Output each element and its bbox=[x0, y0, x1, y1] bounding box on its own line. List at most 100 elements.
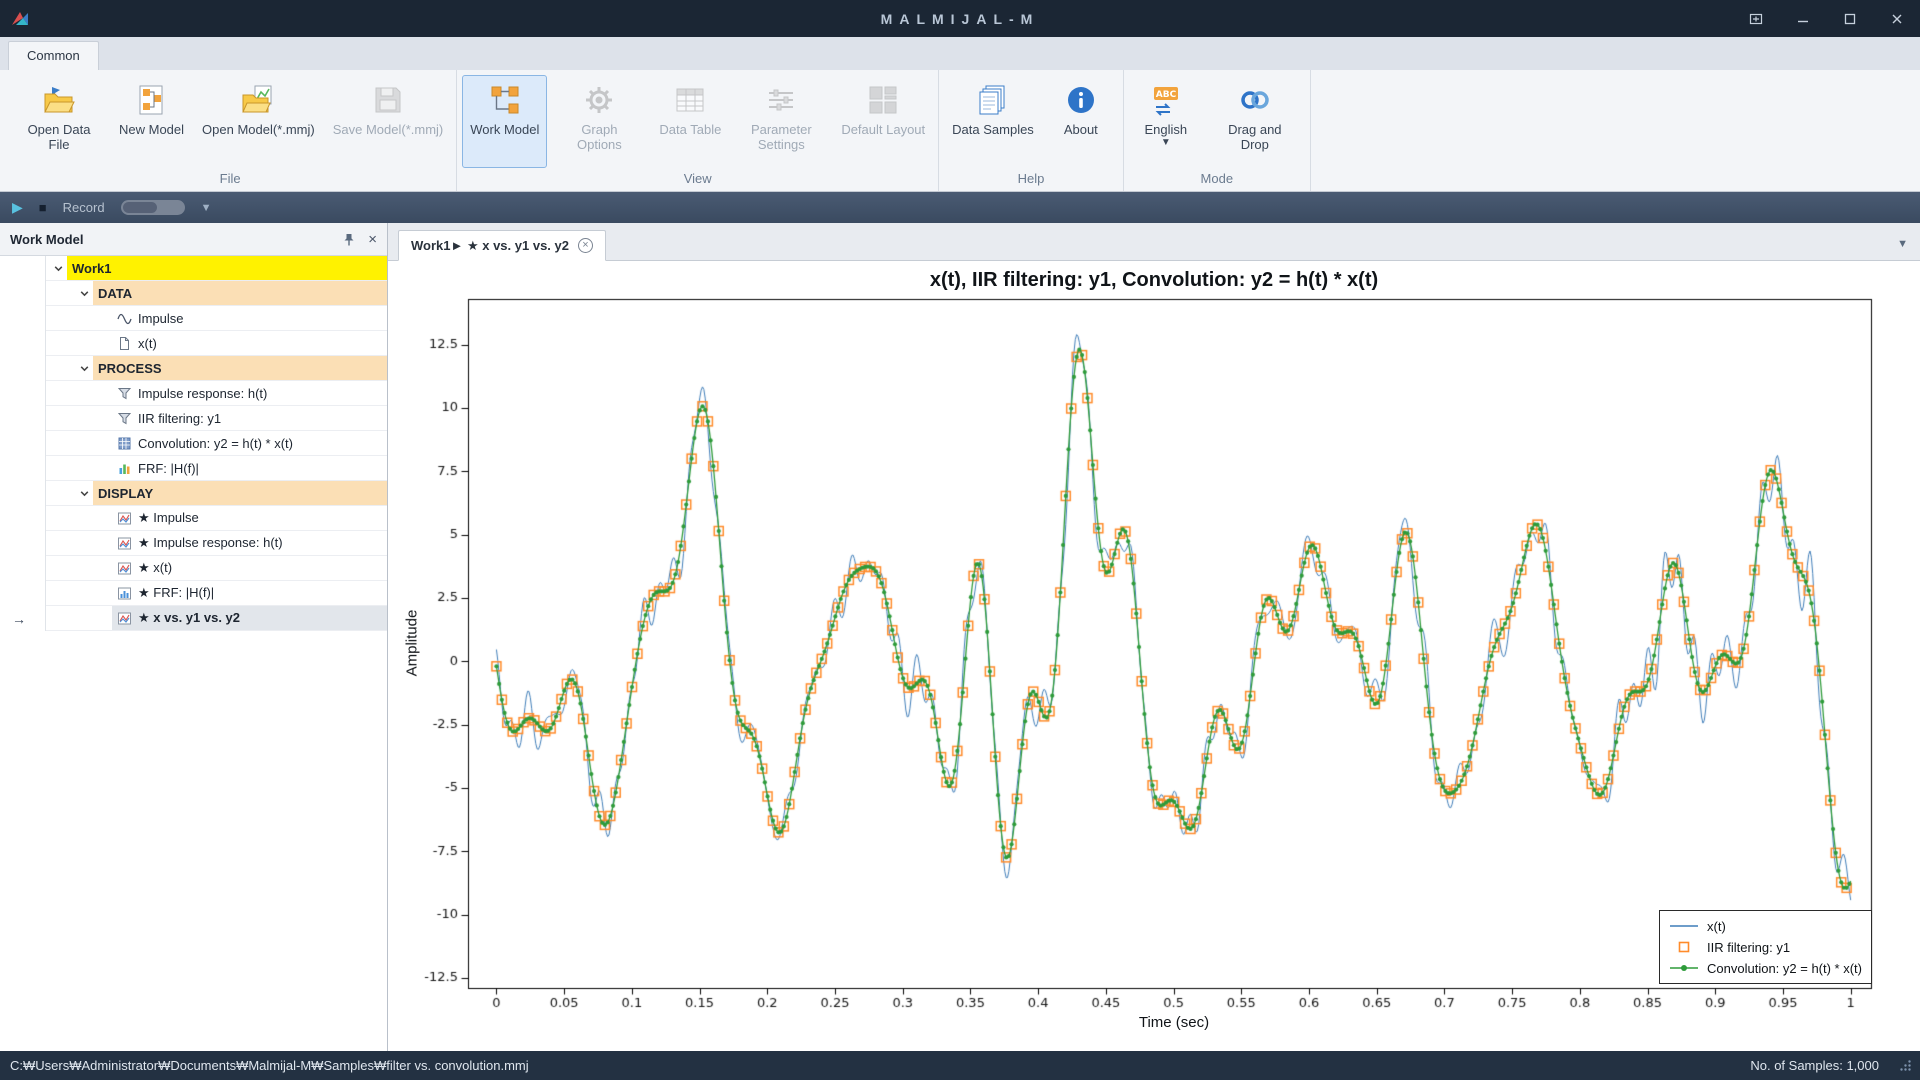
tree-indent bbox=[46, 506, 112, 530]
ribbon-button-save-model-mmj: Save Model(*.mmj) bbox=[325, 75, 452, 168]
tree-section-data[interactable]: DATA bbox=[46, 281, 387, 306]
tree-row-content: PROCESS bbox=[93, 356, 387, 380]
tree-item-convolution-y2-h-t-x-t[interactable]: Convolution: y2 = h(t) * x(t) bbox=[46, 431, 387, 456]
ribbon-group-label: File bbox=[9, 168, 451, 191]
ribbon-button-data-samples[interactable]: Data Samples bbox=[944, 75, 1042, 168]
tree-item-frf-h-f[interactable]: ★ FRF: |H(f)| bbox=[46, 581, 387, 606]
new-model-icon bbox=[134, 82, 170, 118]
tree-row-content: ★ FRF: |H(f)| bbox=[112, 581, 387, 605]
ribbon-button-label: About bbox=[1064, 122, 1098, 137]
tree-item-label: Impulse bbox=[138, 311, 184, 326]
ribbon-button-label: Save Model(*.mmj) bbox=[333, 122, 444, 137]
ribbon: Open Data File New Model Open Model(*.mmj)… bbox=[0, 70, 1920, 192]
ribbon-button-label: Data Table bbox=[659, 122, 721, 137]
tree-indent bbox=[46, 281, 76, 305]
tree-item-label: FRF: |H(f)| bbox=[138, 461, 199, 476]
tree-item-label: ★ x vs. y1 vs. y2 bbox=[138, 610, 240, 626]
legend-label: Convolution: y2 = h(t) * x(t) bbox=[1707, 961, 1862, 976]
ribbon-button-work-model[interactable]: Work Model bbox=[462, 75, 547, 168]
tree-section-process[interactable]: PROCESS bbox=[46, 356, 387, 381]
play-icon[interactable]: ▶ bbox=[12, 199, 23, 216]
expander-caret-icon[interactable] bbox=[76, 356, 93, 380]
resize-grip-icon[interactable] bbox=[1899, 1059, 1912, 1072]
minimize-icon[interactable] bbox=[1779, 0, 1826, 37]
legend-label: IIR filtering: y1 bbox=[1707, 940, 1790, 955]
ribbon-group-mode: ABCEnglish▼Drag and DropMode bbox=[1124, 70, 1311, 191]
expander-caret-icon[interactable] bbox=[76, 481, 93, 505]
content: Work Model × Work1DATAImpulsex(t)PROCESS… bbox=[0, 223, 1920, 1051]
tree-item-impulse[interactable]: Impulse bbox=[46, 306, 387, 331]
window-dock-icon[interactable] bbox=[1732, 0, 1779, 37]
ribbon-button-label: Default Layout bbox=[841, 122, 925, 137]
ribbon-group-view: Work ModelGraph OptionsData TableParamet… bbox=[457, 70, 939, 191]
tree-indent bbox=[46, 456, 112, 480]
tree-item-label: Impulse response: h(t) bbox=[138, 386, 267, 401]
funnel-icon bbox=[117, 386, 132, 401]
ribbon-button-label: New Model bbox=[119, 122, 184, 137]
tree-item-x-vs-y1-vs-y2[interactable]: →★ x vs. y1 vs. y2 bbox=[46, 606, 387, 631]
tree-item-label: DISPLAY bbox=[98, 486, 153, 501]
ribbon-button-drag-and-drop[interactable]: Drag and Drop bbox=[1205, 75, 1305, 168]
ribbon-button-open-data-file[interactable]: Open Data File bbox=[9, 75, 109, 168]
tree-indent bbox=[46, 406, 112, 430]
tree-item-x-t[interactable]: ★ x(t) bbox=[46, 556, 387, 581]
panel-close-icon[interactable]: × bbox=[368, 232, 377, 247]
tree-row-content: DATA bbox=[93, 281, 387, 305]
y-axis-label: Amplitude bbox=[404, 610, 421, 677]
tree-indent bbox=[46, 306, 112, 330]
tree-root-work1[interactable]: Work1 bbox=[46, 256, 387, 281]
about-icon bbox=[1063, 82, 1099, 118]
ribbon-button-label: English bbox=[1144, 122, 1187, 137]
status-sample-count: No. of Samples: 1,000 bbox=[1750, 1058, 1879, 1073]
tree-indent bbox=[46, 531, 112, 555]
tree-item-label: DATA bbox=[98, 286, 132, 301]
legend-entry-x-t: x(t) bbox=[1669, 916, 1862, 936]
tab-close-icon[interactable]: × bbox=[578, 238, 593, 253]
document-icon bbox=[117, 336, 132, 351]
document-tab-bar: Work1► ★ x vs. y1 vs. y2 × ▼ bbox=[388, 223, 1920, 261]
tree-section-display[interactable]: DISPLAY bbox=[46, 481, 387, 506]
ribbon-button-about[interactable]: About bbox=[1044, 75, 1118, 168]
default-layout-icon bbox=[865, 82, 901, 118]
document-tab[interactable]: Work1► ★ x vs. y1 vs. y2 × bbox=[398, 230, 606, 261]
expander-caret-icon[interactable] bbox=[50, 256, 67, 280]
record-dropdown-caret-icon[interactable]: ▼ bbox=[201, 202, 212, 214]
tree-row-content: DISPLAY bbox=[93, 481, 387, 505]
close-icon[interactable] bbox=[1873, 0, 1920, 37]
plot-icon bbox=[117, 611, 132, 626]
document-tab-label: Work1► ★ x vs. y1 vs. y2 bbox=[411, 238, 569, 254]
ribbon-button-english[interactable]: ABCEnglish▼ bbox=[1129, 75, 1203, 168]
ribbon-group-help: Data Samples About Help bbox=[939, 70, 1124, 191]
tree-item-impulse-response-h-t[interactable]: Impulse response: h(t) bbox=[46, 381, 387, 406]
ribbon-button-label: Graph Options bbox=[557, 122, 641, 152]
tree-row-content: Work1 bbox=[67, 256, 387, 280]
tree-indent bbox=[46, 431, 112, 455]
tree-item-x-t[interactable]: x(t) bbox=[46, 331, 387, 356]
ribbon-button-new-model[interactable]: New Model bbox=[111, 75, 192, 168]
stop-icon[interactable]: ■ bbox=[39, 200, 47, 215]
record-slider[interactable] bbox=[121, 200, 185, 215]
tree-item-label: Work1 bbox=[72, 261, 112, 276]
parameter-settings-icon bbox=[763, 82, 799, 118]
ribbon-button-open-model-mmj[interactable]: Open Model(*.mmj) bbox=[194, 75, 323, 168]
tree-row-content: FRF: |H(f)| bbox=[112, 456, 387, 480]
tree-item-frf-h-f[interactable]: FRF: |H(f)| bbox=[46, 456, 387, 481]
tree-item-label: ★ Impulse bbox=[138, 510, 199, 526]
tree-item-impulse-response-h-t[interactable]: ★ Impulse response: h(t) bbox=[46, 531, 387, 556]
expander-caret-icon[interactable] bbox=[76, 281, 93, 305]
tree-item-iir-filtering-y1[interactable]: IIR filtering: y1 bbox=[46, 406, 387, 431]
tree-item-impulse[interactable]: ★ Impulse bbox=[46, 506, 387, 531]
window-controls bbox=[1732, 0, 1920, 37]
open-model-icon bbox=[240, 82, 276, 118]
pin-icon[interactable] bbox=[342, 232, 356, 247]
legend-entry-iir-filtering-y1: IIR filtering: y1 bbox=[1669, 937, 1862, 957]
maximize-icon[interactable] bbox=[1826, 0, 1873, 37]
ribbon-group-label: Mode bbox=[1129, 168, 1305, 191]
legend-label: x(t) bbox=[1707, 919, 1726, 934]
tab-list-caret-icon[interactable]: ▼ bbox=[1897, 238, 1908, 250]
tab-common[interactable]: Common bbox=[8, 41, 99, 70]
ribbon-group-label: Help bbox=[944, 168, 1118, 191]
ribbon-group-file: Open Data File New Model Open Model(*.mmj)… bbox=[4, 70, 457, 191]
tree-item-label: ★ x(t) bbox=[138, 560, 172, 576]
x-axis-label: Time (sec) bbox=[1139, 1014, 1209, 1031]
